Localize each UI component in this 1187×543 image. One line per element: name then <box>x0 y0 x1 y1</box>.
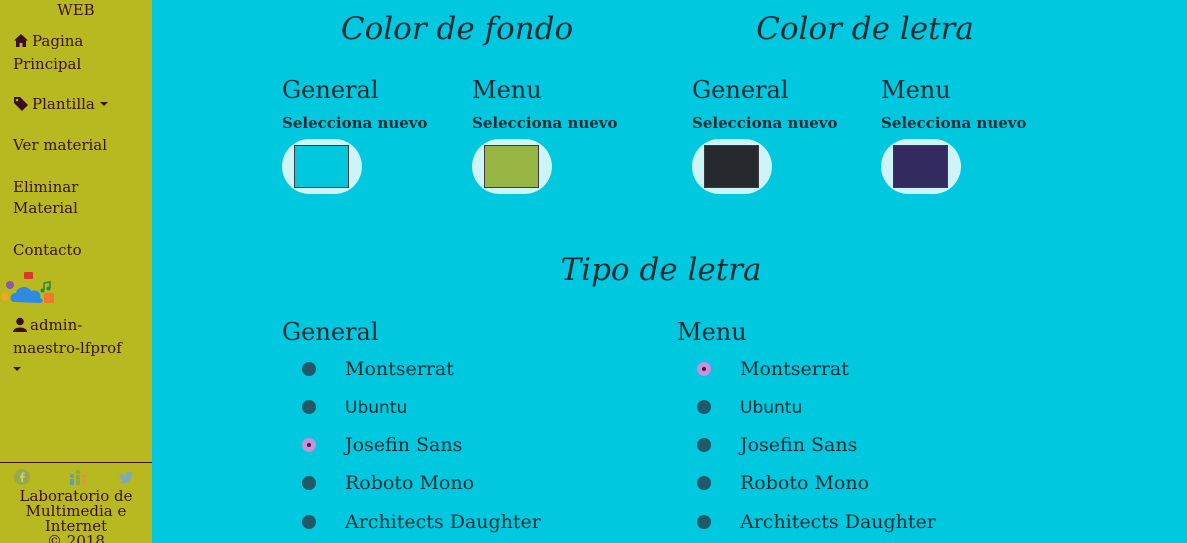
radio-button[interactable] <box>302 438 316 452</box>
sidebar-item-label: Eliminar Material <box>13 178 79 217</box>
color-swatch <box>893 145 948 188</box>
sidebar-item-plantilla[interactable]: Plantilla <box>13 94 148 117</box>
sidebar-item-label: Contacto <box>13 241 82 259</box>
text-menu-color-picker[interactable] <box>881 139 961 194</box>
text-general-pick-label: Selecciona nuevo <box>692 114 838 132</box>
radio-label: Josefin Sans <box>740 434 858 456</box>
social-links <box>0 469 152 485</box>
user-icon <box>13 317 27 338</box>
background-color-title: Color de fondo <box>340 11 574 47</box>
radio-button[interactable] <box>697 438 711 452</box>
radio-button[interactable] <box>697 400 711 414</box>
sidebar-item-label: Ver material <box>13 136 108 154</box>
font-general-heading: General <box>282 318 379 346</box>
sidebar-footer: Laboratorio de Multimedia e Internet © 2… <box>0 462 152 543</box>
radio-label: Montserrat <box>345 358 454 380</box>
radio-label: Architects Daughter <box>740 511 936 533</box>
radio-label: Ubuntu <box>345 398 408 418</box>
font-menu-heading: Menu <box>677 318 747 346</box>
radio-button[interactable] <box>302 476 316 490</box>
text-menu-heading: Menu <box>881 76 951 104</box>
sidebar-item-contacto[interactable]: Contacto <box>13 240 148 261</box>
twitter-icon[interactable] <box>118 469 134 485</box>
sidebar-item-ver-material[interactable]: Ver material <box>13 135 148 156</box>
radio-label: Ubuntu <box>740 398 803 418</box>
radio-label: Josefin Sans <box>345 434 463 456</box>
bg-menu-pick-label: Selecciona nuevo <box>472 114 618 132</box>
text-color-title: Color de letra <box>756 11 974 47</box>
text-general-color-picker[interactable] <box>692 139 772 194</box>
color-swatch <box>704 145 759 188</box>
sidebar-item-home[interactable]: Pagina Principal <box>13 31 148 75</box>
chevron-down-icon <box>13 367 21 371</box>
sidebar-item-eliminar-material[interactable]: Eliminar Material <box>13 177 148 219</box>
radio-label: Roboto Mono <box>345 472 475 494</box>
text-menu-pick-label: Selecciona nuevo <box>881 114 1027 132</box>
team-icon[interactable] <box>68 469 88 485</box>
sidebar-item-label: Plantilla <box>32 95 95 113</box>
brand-title[interactable]: WEB <box>0 1 152 19</box>
sidebar-item-user[interactable]: admin-maestro-lfprof <box>13 315 148 380</box>
radio-button[interactable] <box>302 400 316 414</box>
chevron-down-icon <box>99 102 108 106</box>
radio-label: Montserrat <box>740 358 849 380</box>
home-icon <box>13 33 29 54</box>
bg-general-color-picker[interactable] <box>282 139 362 194</box>
radio-button[interactable] <box>302 362 316 376</box>
color-swatch <box>294 145 349 188</box>
radio-button[interactable] <box>697 515 711 529</box>
color-swatch <box>484 145 539 188</box>
user-name: admin-maestro-lfprof <box>13 316 122 357</box>
site-logo <box>0 270 58 306</box>
tag-icon <box>13 96 29 117</box>
bg-menu-color-picker[interactable] <box>472 139 552 194</box>
sidebar: WEB Pagina Principal Plantilla Ver mater… <box>0 0 152 543</box>
radio-label: Architects Daughter <box>345 511 541 533</box>
footer-org-text: Laboratorio de Multimedia e Internet © 2… <box>0 489 152 543</box>
text-general-heading: General <box>692 76 789 104</box>
facebook-icon[interactable] <box>14 469 30 485</box>
radio-button[interactable] <box>697 476 711 490</box>
radio-label: Roboto Mono <box>740 472 870 494</box>
copyright: © 2018 <box>47 532 105 543</box>
font-type-title: Tipo de letra <box>560 252 762 288</box>
radio-button[interactable] <box>697 362 711 376</box>
radio-button[interactable] <box>302 515 316 529</box>
bg-menu-heading: Menu <box>472 76 542 104</box>
bg-general-pick-label: Selecciona nuevo <box>282 114 428 132</box>
bg-general-heading: General <box>282 76 379 104</box>
